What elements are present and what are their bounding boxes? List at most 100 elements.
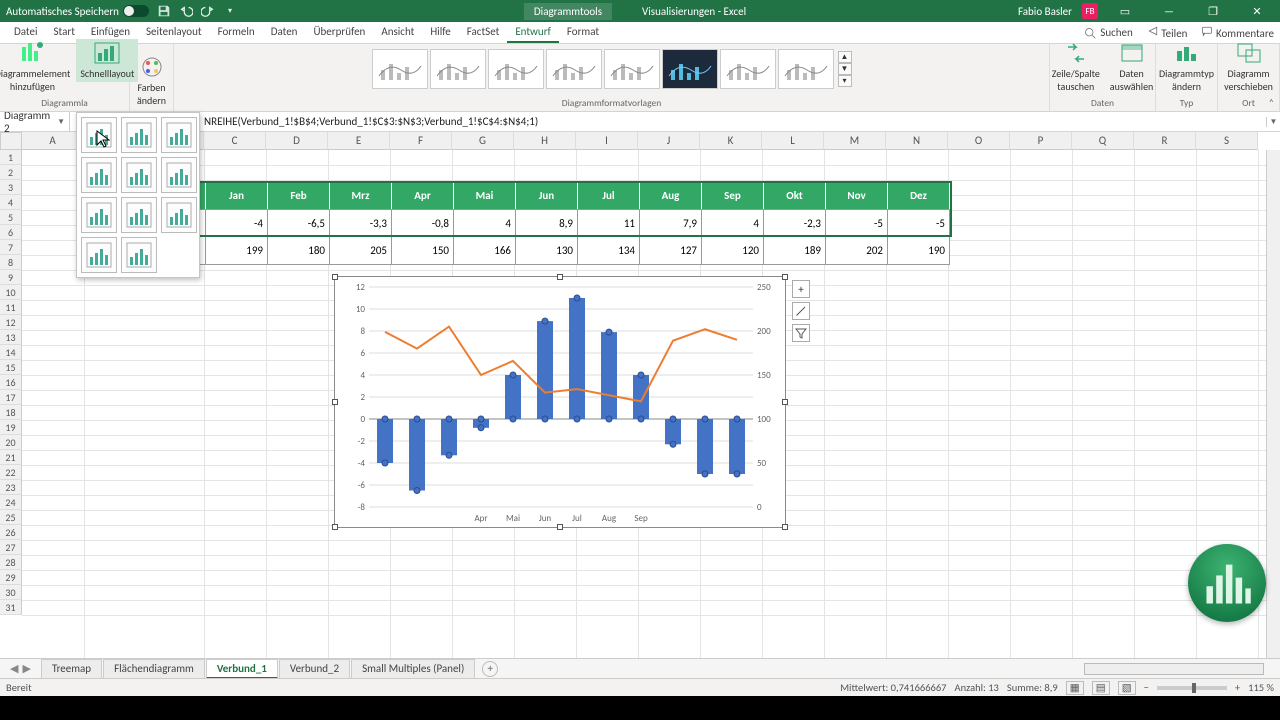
row-header[interactable]: 6	[0, 225, 22, 240]
ribbon-tab-formeln[interactable]: Formeln	[210, 22, 263, 43]
table-cell[interactable]: 202	[826, 237, 888, 265]
ribbon-tab-seitenlayout[interactable]: Seitenlayout	[138, 22, 210, 43]
horizontal-scrollbar[interactable]	[1084, 663, 1264, 675]
col-header[interactable]: S	[1196, 132, 1258, 150]
row-header[interactable]: 28	[0, 555, 22, 570]
table-cell[interactable]: -6,5	[268, 209, 330, 237]
table-cell[interactable]: 120	[702, 237, 764, 265]
layout-option-4[interactable]	[81, 157, 117, 193]
col-header[interactable]: D	[266, 132, 328, 150]
search-box[interactable]: Suchen	[1084, 25, 1133, 40]
change-colors-button[interactable]: Farben ändern	[133, 53, 170, 109]
layout-option-10[interactable]	[81, 237, 117, 273]
table-header[interactable]: Jun	[516, 181, 578, 209]
row-header[interactable]: 22	[0, 465, 22, 480]
table-cell[interactable]: 180	[268, 237, 330, 265]
table-header[interactable]: Mai	[454, 181, 516, 209]
table-cell[interactable]: 7,9	[640, 209, 702, 237]
view-pagelayout-button[interactable]: ▤	[1092, 681, 1110, 695]
table-cell[interactable]: -5	[888, 209, 950, 237]
chart-style-5[interactable]	[604, 49, 660, 89]
select-data-button[interactable]: Daten auswählen	[1106, 39, 1158, 95]
table-cell[interactable]: -4	[206, 209, 268, 237]
col-header[interactable]: E	[328, 132, 390, 150]
redo-icon[interactable]	[201, 4, 215, 18]
add-sheet-button[interactable]: +	[482, 661, 498, 677]
chart-style-2[interactable]	[430, 49, 486, 89]
vertical-scrollbar[interactable]	[1266, 150, 1280, 658]
layout-option-8[interactable]	[121, 197, 157, 233]
row-header[interactable]: 9	[0, 270, 22, 285]
chart-style-8[interactable]	[778, 49, 834, 89]
layout-option-11[interactable]	[121, 237, 157, 273]
table-cell[interactable]: 4	[454, 209, 516, 237]
row-header[interactable]: 11	[0, 300, 22, 315]
avatar[interactable]: FB	[1082, 3, 1098, 19]
col-header[interactable]: R	[1134, 132, 1196, 150]
table-cell[interactable]: 199	[206, 237, 268, 265]
row-header[interactable]: 16	[0, 375, 22, 390]
row-header[interactable]: 3	[0, 180, 22, 195]
table-cell[interactable]: -0,8	[392, 209, 454, 237]
view-normal-button[interactable]: ▦	[1066, 681, 1084, 695]
col-header[interactable]: J	[638, 132, 700, 150]
row-header[interactable]: 29	[0, 570, 22, 585]
col-header[interactable]: C	[204, 132, 266, 150]
chart-style-4[interactable]	[546, 49, 602, 89]
row-header[interactable]: 19	[0, 420, 22, 435]
row-header[interactable]: 2	[0, 165, 22, 180]
minimize-icon[interactable]: —	[1152, 0, 1186, 22]
table-cell[interactable]: 8,9	[516, 209, 578, 237]
ribbon-display-icon[interactable]: ▭	[1108, 0, 1142, 22]
table-header[interactable]: Okt	[764, 181, 826, 209]
chart-style-3[interactable]	[488, 49, 544, 89]
table-header[interactable]: Mrz	[330, 181, 392, 209]
save-icon[interactable]	[157, 4, 171, 18]
undo-icon[interactable]	[179, 4, 193, 18]
sheet-tab[interactable]: Treemap	[41, 659, 102, 679]
gallery-scroll-up[interactable]: ▲	[838, 51, 852, 63]
table-cell[interactable]: 11	[578, 209, 640, 237]
table-cell[interactable]: 4	[702, 209, 764, 237]
quick-layout-gallery[interactable]	[76, 112, 200, 278]
table-header[interactable]: Jul	[578, 181, 640, 209]
row-header[interactable]: 24	[0, 495, 22, 510]
row-header[interactable]: 27	[0, 540, 22, 555]
add-chart-element-button[interactable]: Diagrammelement hinzufügen	[0, 39, 74, 95]
chevron-down-icon[interactable]: ▼	[57, 117, 65, 127]
table-cell[interactable]: 190	[888, 237, 950, 265]
chart-style-1[interactable]	[372, 49, 428, 89]
sheet-tab[interactable]: Small Multiples (Panel)	[351, 659, 475, 679]
table-header[interactable]: Feb	[268, 181, 330, 209]
row-header[interactable]: 1	[0, 150, 22, 165]
row-header[interactable]: 23	[0, 480, 22, 495]
switch-row-col-button[interactable]: Zeile/Spalte tauschen	[1048, 39, 1104, 95]
view-pagebreak-button[interactable]: ▧	[1118, 681, 1136, 695]
maximize-icon[interactable]: ❐	[1196, 0, 1230, 22]
name-box[interactable]: Diagramm 2▼	[0, 109, 70, 135]
zoom-level[interactable]: 115 %	[1248, 681, 1274, 694]
row-header[interactable]: 25	[0, 510, 22, 525]
col-header[interactable]: I	[576, 132, 638, 150]
chart-style-7[interactable]	[720, 49, 776, 89]
ribbon-tab-entwurf[interactable]: Entwurf	[507, 22, 559, 43]
formula-expand-icon[interactable]: ▼	[1266, 117, 1280, 127]
zoom-out-button[interactable]: −	[1144, 681, 1149, 694]
select-all-corner[interactable]	[0, 132, 22, 150]
ribbon-tab-daten[interactable]: Daten	[263, 22, 306, 43]
row-header[interactable]: 20	[0, 435, 22, 450]
toggle-off-icon[interactable]	[123, 5, 149, 17]
sheet-tab[interactable]: Verbund_1	[206, 659, 278, 679]
table-cell[interactable]: -2,3	[764, 209, 826, 237]
context-tab-tools[interactable]: Diagrammtools	[524, 3, 612, 20]
row-header[interactable]: 18	[0, 405, 22, 420]
ribbon-tab-überprüfen[interactable]: Überprüfen	[305, 22, 373, 43]
close-icon[interactable]: ✕	[1240, 0, 1274, 22]
row-header[interactable]: 4	[0, 195, 22, 210]
zoom-in-button[interactable]: +	[1235, 681, 1240, 694]
col-header[interactable]: M	[824, 132, 886, 150]
col-header[interactable]: A	[22, 132, 84, 150]
sheet-nav[interactable]: ◀▶	[0, 662, 41, 675]
gallery-scroll-down[interactable]: ▼	[838, 63, 852, 75]
col-header[interactable]: L	[762, 132, 824, 150]
